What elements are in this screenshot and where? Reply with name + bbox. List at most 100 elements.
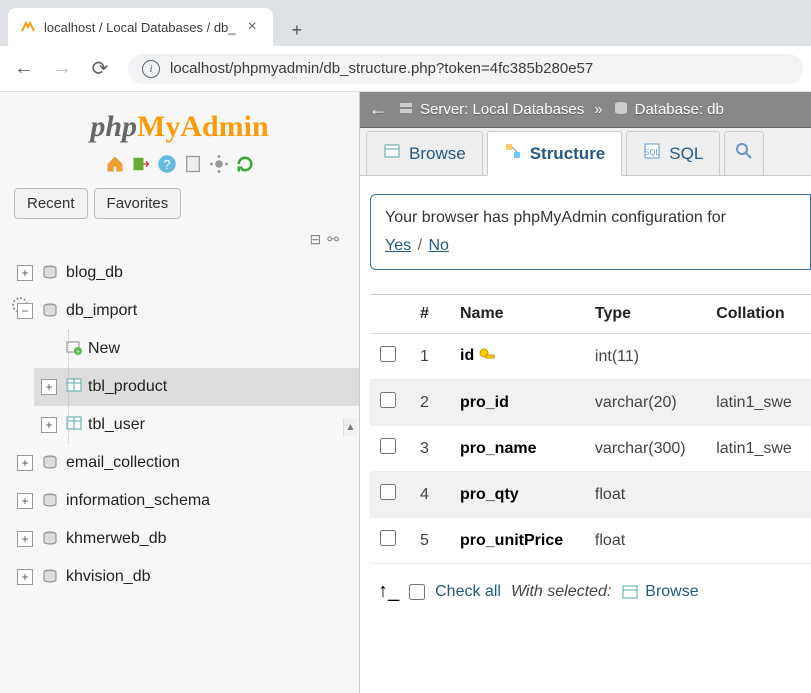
col-type[interactable]: Type — [585, 295, 706, 334]
db-label: information_schema — [66, 492, 210, 510]
notice-text: Your browser has phpMyAdmin configuratio… — [385, 209, 800, 227]
db-node-email-collection[interactable]: + email_collection — [12, 444, 359, 482]
db-node-khvision-db[interactable]: + khvision_db — [12, 558, 359, 596]
expand-icon[interactable]: + — [41, 379, 57, 395]
structure-icon — [504, 142, 522, 165]
row-collation — [706, 334, 811, 380]
row-checkbox[interactable] — [380, 392, 396, 408]
tab-structure[interactable]: Structure — [487, 131, 623, 176]
table-row[interactable]: 4pro_qtyfloat — [370, 472, 811, 518]
breadcrumb-database[interactable]: Database: db — [613, 100, 724, 120]
expand-icon[interactable]: + — [41, 417, 57, 433]
row-name[interactable]: pro_name — [450, 426, 585, 472]
close-icon[interactable]: × — [244, 18, 261, 36]
notice-yes-link[interactable]: Yes — [385, 237, 411, 254]
collapse-icon[interactable]: − — [17, 303, 33, 319]
site-info-icon[interactable]: i — [142, 60, 160, 78]
expand-icon[interactable]: + — [17, 493, 33, 509]
reload-button[interactable]: ⟳ — [84, 53, 116, 85]
collapse-all-icon[interactable]: ⊟ — [310, 231, 322, 248]
table-label: tbl_product — [88, 378, 167, 396]
row-checkbox[interactable] — [380, 346, 396, 362]
row-num: 5 — [410, 518, 450, 564]
tab-browse[interactable]: Browse — [366, 131, 483, 175]
col-name[interactable]: Name — [450, 295, 585, 334]
favorites-tab[interactable]: Favorites — [94, 188, 182, 219]
row-type: int(11) — [585, 334, 706, 380]
footer-browse-link[interactable]: Browse — [621, 583, 698, 601]
docs-icon[interactable] — [183, 154, 203, 174]
table-row[interactable]: 3pro_namevarchar(300)latin1_swe — [370, 426, 811, 472]
notice-no-link[interactable]: No — [428, 237, 448, 254]
new-label: New — [88, 340, 120, 358]
table-node-tbl-product[interactable]: + tbl_product — [34, 368, 359, 406]
home-icon[interactable] — [105, 154, 125, 174]
row-name[interactable]: pro_id — [450, 380, 585, 426]
address-bar[interactable]: i localhost/phpmyadmin/db_structure.php?… — [128, 54, 803, 84]
forward-button[interactable]: → — [46, 53, 78, 85]
check-all-checkbox[interactable] — [409, 584, 425, 600]
row-name[interactable]: pro_qty — [450, 472, 585, 518]
new-tab-button[interactable]: + — [281, 14, 313, 46]
row-type: varchar(300) — [585, 426, 706, 472]
expand-icon[interactable]: + — [17, 265, 33, 281]
browse-icon — [383, 142, 401, 165]
database-icon — [42, 492, 60, 510]
row-collation — [706, 518, 811, 564]
back-button[interactable]: ← — [8, 53, 40, 85]
reload-icon[interactable] — [235, 154, 255, 174]
db-label: khvision_db — [66, 568, 151, 586]
table-row[interactable]: 1idint(11) — [370, 334, 811, 380]
db-node-db-import[interactable]: − db_import — [12, 292, 359, 330]
pma-favicon — [20, 19, 36, 35]
row-name[interactable]: id — [450, 334, 585, 380]
database-icon — [613, 100, 629, 120]
breadcrumb-server[interactable]: Server: Local Databases — [398, 100, 584, 120]
link-icon[interactable]: ⚯ — [327, 231, 339, 248]
top-tabs: Browse Structure SQL SQL — [360, 128, 811, 176]
notice-sep: / — [416, 237, 424, 254]
table-row[interactable]: 5pro_unitPricefloat — [370, 518, 811, 564]
table-label: tbl_user — [88, 416, 145, 434]
logout-icon[interactable] — [131, 154, 151, 174]
help-icon[interactable]: ? — [157, 154, 177, 174]
col-num[interactable]: # — [410, 295, 450, 334]
gear-icon[interactable] — [209, 154, 229, 174]
expand-icon[interactable]: + — [17, 455, 33, 471]
footer-actions: ↑_ Check all With selected: Browse — [360, 564, 811, 603]
url-text: localhost/phpmyadmin/db_structure.php?to… — [170, 60, 593, 77]
row-num: 2 — [410, 380, 450, 426]
row-num: 1 — [410, 334, 450, 380]
row-collation — [706, 472, 811, 518]
recent-tab[interactable]: Recent — [14, 188, 88, 219]
expand-icon[interactable]: + — [17, 569, 33, 585]
new-table-link[interactable]: + New — [34, 330, 359, 368]
with-selected-label: With selected: — [511, 583, 611, 601]
breadcrumb: ← Server: Local Databases » Database: db — [360, 92, 811, 128]
browser-tab[interactable]: localhost / Local Databases / db_ × — [8, 8, 273, 46]
pma-logo[interactable]: phpMyAdmin — [0, 100, 359, 148]
database-icon — [42, 302, 60, 320]
db-label: db_import — [66, 302, 137, 320]
table-node-tbl-user[interactable]: + tbl_user — [34, 406, 359, 444]
row-checkbox[interactable] — [380, 530, 396, 546]
panel-back-icon[interactable]: ← — [368, 100, 388, 120]
tab-search[interactable] — [724, 131, 764, 175]
scroll-up-icon[interactable]: ▲ — [343, 418, 357, 436]
svg-text:?: ? — [163, 158, 170, 172]
tab-sql[interactable]: SQL SQL — [626, 131, 720, 175]
row-checkbox[interactable] — [380, 484, 396, 500]
arrow-up-icon: ↑_ — [378, 580, 399, 603]
breadcrumb-sep: » — [594, 101, 602, 118]
search-icon — [735, 142, 753, 165]
check-all-label[interactable]: Check all — [435, 583, 501, 601]
db-node-information-schema[interactable]: + information_schema — [12, 482, 359, 520]
row-checkbox[interactable] — [380, 438, 396, 454]
col-collation[interactable]: Collation — [706, 295, 811, 334]
expand-icon[interactable]: + — [17, 531, 33, 547]
db-node-blog-db[interactable]: + blog_db — [12, 254, 359, 292]
main-panel: ← Server: Local Databases » Database: db… — [360, 92, 811, 693]
row-name[interactable]: pro_unitPrice — [450, 518, 585, 564]
table-row[interactable]: 2pro_idvarchar(20)latin1_swe — [370, 380, 811, 426]
db-node-khmerweb-db[interactable]: + khmerweb_db — [12, 520, 359, 558]
